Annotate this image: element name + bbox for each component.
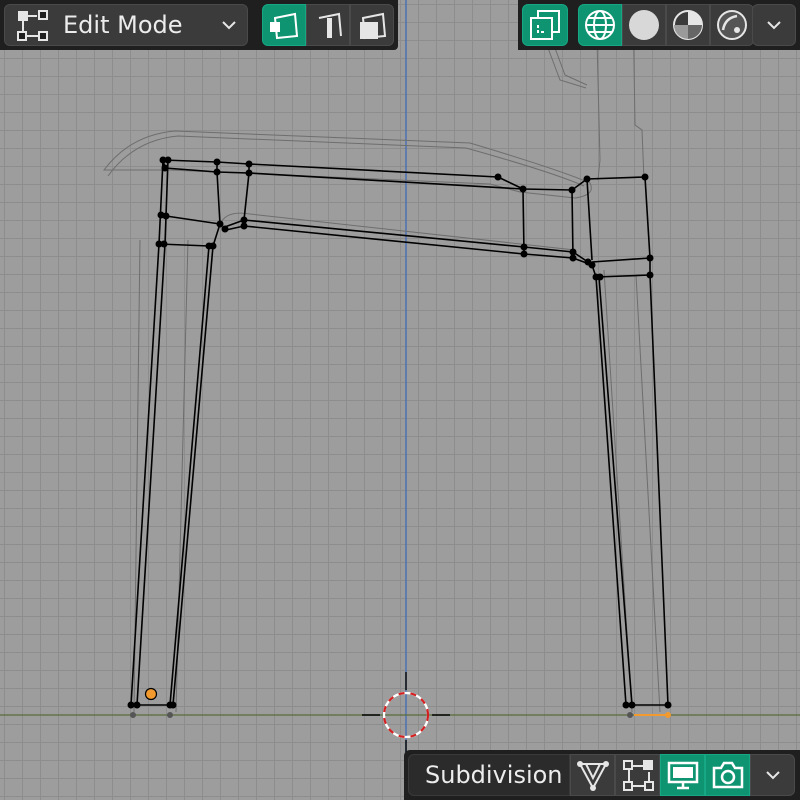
xray-toggle-button[interactable] bbox=[522, 4, 568, 46]
camera-icon bbox=[712, 761, 743, 789]
rendered-shading-button[interactable] bbox=[710, 4, 754, 46]
edge-select-icon bbox=[318, 12, 342, 38]
vertex-select-button[interactable] bbox=[262, 4, 306, 46]
3d-viewport[interactable] bbox=[0, 0, 800, 800]
modifier-name-field[interactable]: Subdivision bbox=[408, 754, 570, 796]
solid-shading-button[interactable] bbox=[622, 4, 666, 46]
face-select-icon bbox=[360, 12, 387, 40]
edit-mesh-edges bbox=[130, 159, 669, 706]
modifier-toggle-group bbox=[570, 754, 795, 796]
select-mode-group bbox=[262, 4, 394, 46]
selected-edge-vertex[interactable] bbox=[665, 712, 671, 718]
edit-mode-toggle-button[interactable] bbox=[615, 754, 660, 796]
solid-sphere-icon bbox=[629, 10, 659, 40]
selected-vertex[interactable] bbox=[144, 687, 158, 701]
face-select-button[interactable] bbox=[350, 4, 394, 46]
edit-mode-icon bbox=[17, 10, 48, 41]
material-preview-button[interactable] bbox=[666, 4, 710, 46]
xray-icon bbox=[530, 10, 560, 40]
shading-options-dropdown[interactable] bbox=[752, 4, 796, 46]
chevron-down-icon bbox=[767, 21, 781, 30]
background-mesh bbox=[103, 0, 661, 713]
viewport-shading-group bbox=[578, 4, 754, 46]
chevron-down-icon bbox=[222, 21, 236, 30]
wireframe-sphere-icon bbox=[585, 10, 615, 40]
mesh-vertices[interactable] bbox=[127, 156, 672, 719]
render-toggle-button[interactable] bbox=[705, 754, 750, 796]
mode-dropdown[interactable]: Edit Mode bbox=[4, 4, 248, 46]
realtime-display-button[interactable] bbox=[660, 754, 705, 796]
mesh-wireframe[interactable] bbox=[0, 0, 800, 800]
modifier-options-dropdown[interactable] bbox=[750, 754, 795, 796]
edge-select-button[interactable] bbox=[306, 4, 350, 46]
monitor-icon bbox=[667, 761, 698, 790]
on-cage-triangle-icon bbox=[576, 761, 609, 791]
edit-mode-icon bbox=[622, 760, 654, 791]
material-sphere-icon bbox=[673, 10, 703, 40]
rendered-sphere-icon bbox=[717, 10, 747, 40]
mode-label: Edit Mode bbox=[63, 11, 183, 39]
modifier-name-label: Subdivision bbox=[425, 761, 563, 789]
wireframe-shading-button[interactable] bbox=[578, 4, 622, 46]
chevron-down-icon bbox=[765, 771, 780, 780]
vertex-select-icon bbox=[270, 12, 299, 40]
on-cage-button[interactable] bbox=[570, 754, 615, 796]
